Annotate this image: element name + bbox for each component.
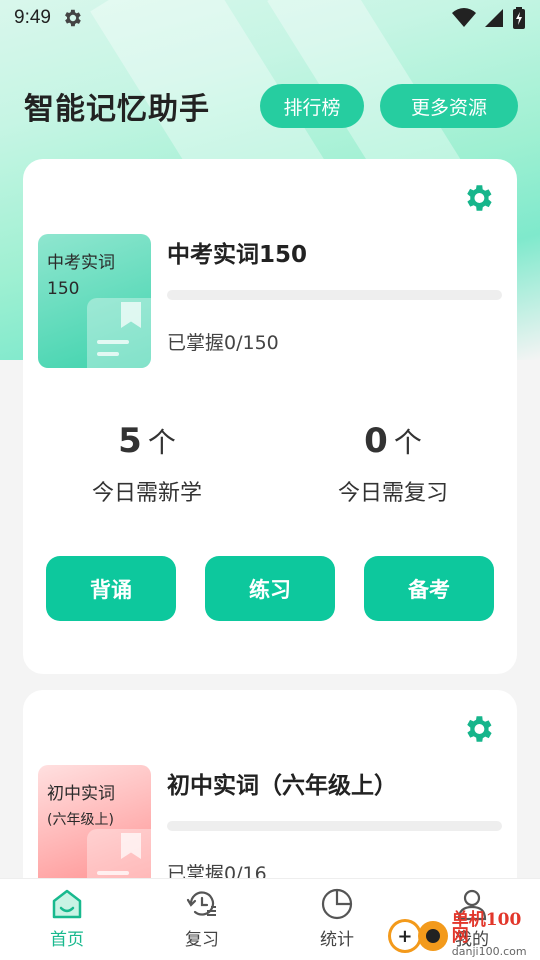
cellular-signal-icon [485, 9, 503, 27]
tab-home[interactable]: 首页 [27, 887, 107, 950]
review-words-count: 0 [364, 421, 388, 461]
review-history-icon [186, 891, 216, 916]
more-resources-button[interactable]: 更多资源 [380, 84, 518, 128]
settings-status-icon [65, 9, 81, 27]
book-title: 初中实词（六年级上） [167, 773, 397, 799]
leaderboard-button[interactable]: 排行榜 [260, 84, 364, 128]
review-words-stat: 0个 今日需复习 [293, 421, 493, 507]
tab-review[interactable]: 复习 [162, 887, 242, 950]
app-header: 智能记忆助手 排行榜 更多资源 [0, 80, 540, 130]
watermark-plus-icon: + [388, 919, 422, 953]
review-words-unit: 个 [393, 426, 422, 459]
book-settings-icon[interactable] [461, 181, 495, 215]
book-card: 中考实词 150 中考实词150 已掌握0/150 5个 今日需新学 0个 今日… [23, 159, 517, 674]
book-settings-icon[interactable] [461, 712, 495, 746]
watermark-main: 单机100网 [451, 910, 522, 946]
cover-title: 初中实词 [47, 784, 115, 804]
tab-review-label: 复习 [185, 930, 219, 950]
battery-charging-icon [513, 7, 525, 29]
bookmark-icon [87, 298, 151, 368]
progress-bar [167, 290, 502, 300]
recite-button[interactable]: 背诵 [46, 556, 176, 621]
new-words-count: 5 [118, 421, 142, 461]
new-words-label: 今日需新学 [91, 481, 202, 506]
book-cover[interactable]: 中考实词 150 [38, 234, 151, 368]
wifi-icon [452, 8, 476, 27]
site-watermark: + 单机100网 danji100.com [388, 912, 538, 958]
status-time: 9:49 [14, 7, 51, 28]
tab-stats[interactable]: 统计 [297, 887, 377, 950]
status-bar: 9:49 [0, 0, 540, 36]
new-words-stat: 5个 今日需新学 [47, 421, 247, 507]
tab-home-label: 首页 [50, 930, 84, 950]
progress-bar [167, 821, 502, 831]
watermark-text: 单机100网 danji100.com [452, 912, 538, 960]
cover-text: 中考实词 150 [47, 250, 115, 302]
page-title: 智能记忆助手 [24, 92, 210, 127]
home-icon [52, 889, 82, 919]
cover-title: 中考实词 [47, 253, 115, 273]
tab-stats-label: 统计 [320, 930, 354, 950]
practice-button[interactable]: 练习 [205, 556, 335, 621]
cover-text: 初中实词 (六年级上) [47, 781, 115, 833]
book-title: 中考实词150 [167, 242, 308, 268]
exam-prep-button[interactable]: 备考 [364, 556, 494, 621]
watermark-sub: danji100.com [451, 945, 527, 958]
review-words-label: 今日需复习 [337, 481, 448, 506]
mastered-count: 已掌握0/150 [167, 332, 279, 354]
new-words-unit: 个 [147, 426, 176, 459]
watermark-dot-icon [417, 921, 448, 951]
pie-chart-icon [321, 888, 353, 920]
